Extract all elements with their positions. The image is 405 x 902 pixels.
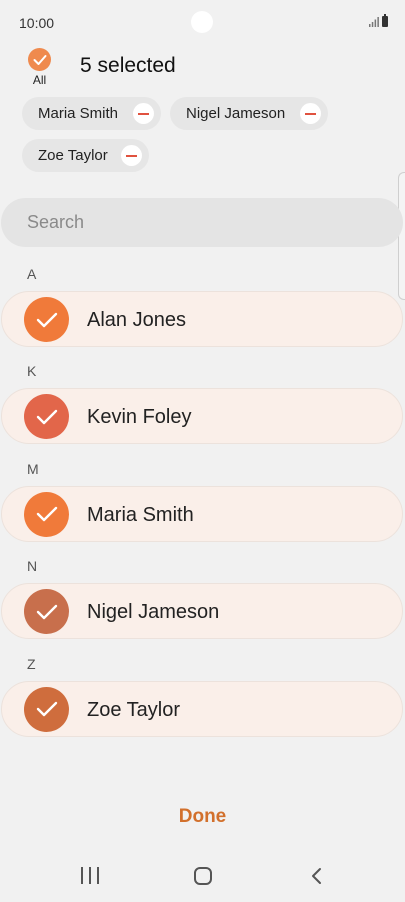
back-icon[interactable]: [309, 866, 325, 886]
section-header: Z: [27, 655, 36, 672]
section-header: M: [27, 460, 39, 477]
chip-label: Zoe Taylor: [38, 147, 108, 164]
contact-name: Nigel Jameson: [87, 601, 220, 624]
status-time: 10:00: [19, 15, 55, 31]
done-button[interactable]: Done: [0, 806, 405, 828]
checked-avatar[interactable]: [24, 589, 69, 635]
status-icons: [369, 14, 388, 27]
section-header: N: [27, 558, 38, 575]
chip-zoe-taylor: Zoe Taylor: [22, 139, 149, 172]
contact-section: Z Zoe Taylor: [0, 648, 405, 745]
checked-avatar[interactable]: [24, 297, 69, 342]
contact-name: Kevin Foley: [87, 406, 192, 429]
navigation-bar: [0, 850, 405, 902]
search-bar[interactable]: [1, 198, 403, 247]
contact-name: Zoe Taylor: [87, 698, 181, 721]
checkmark-icon: [33, 54, 46, 65]
select-all-label: All: [32, 73, 47, 87]
chip-maria-smith: Maria Smith: [22, 97, 161, 130]
section-header: K: [27, 363, 37, 380]
home-icon[interactable]: [194, 867, 212, 885]
checkmark-icon: [36, 507, 57, 522]
battery-icon: [382, 14, 388, 27]
contact-list: A Alan Jones K Kevin Foley M Maria Smith…: [0, 258, 405, 745]
selection-header: All 5 selected: [0, 44, 405, 92]
checkmark-icon: [36, 701, 57, 717]
signal-icon: [369, 17, 379, 27]
contact-row[interactable]: Maria Smith: [1, 485, 403, 542]
chip-label: Maria Smith: [38, 105, 119, 122]
checkmark-icon: [36, 312, 57, 327]
selected-count: 5 selected: [80, 54, 176, 77]
remove-icon[interactable]: [121, 145, 142, 166]
camera-cutout: [191, 11, 213, 33]
section-header: A: [27, 266, 37, 282]
recent-apps-icon[interactable]: [81, 867, 99, 884]
select-all-checkbox[interactable]: [28, 48, 51, 71]
remove-icon[interactable]: [300, 103, 321, 124]
search-input[interactable]: [27, 212, 367, 233]
remove-icon[interactable]: [133, 103, 154, 124]
contact-row[interactable]: Kevin Foley: [1, 388, 403, 445]
chip-nigel-jameson: Nigel Jameson: [170, 97, 328, 130]
contact-section: N Nigel Jameson: [0, 550, 405, 647]
contact-section: A Alan Jones: [0, 258, 405, 355]
contact-row[interactable]: Nigel Jameson: [1, 583, 403, 640]
contact-name: Maria Smith: [87, 503, 194, 526]
checked-avatar[interactable]: [24, 686, 69, 732]
contact-section: K Kevin Foley: [0, 355, 405, 452]
checkmark-icon: [36, 604, 57, 619]
checked-avatar[interactable]: [24, 394, 69, 440]
contact-row[interactable]: Zoe Taylor: [1, 680, 403, 737]
chip-label: Nigel Jameson: [186, 105, 286, 122]
checked-avatar[interactable]: [24, 491, 69, 537]
checkmark-icon: [36, 409, 57, 425]
status-bar: 10:00: [0, 0, 405, 44]
contact-name: Alan Jones: [87, 309, 186, 331]
contact-section: M Maria Smith: [0, 453, 405, 550]
contact-row[interactable]: Alan Jones: [1, 291, 403, 347]
